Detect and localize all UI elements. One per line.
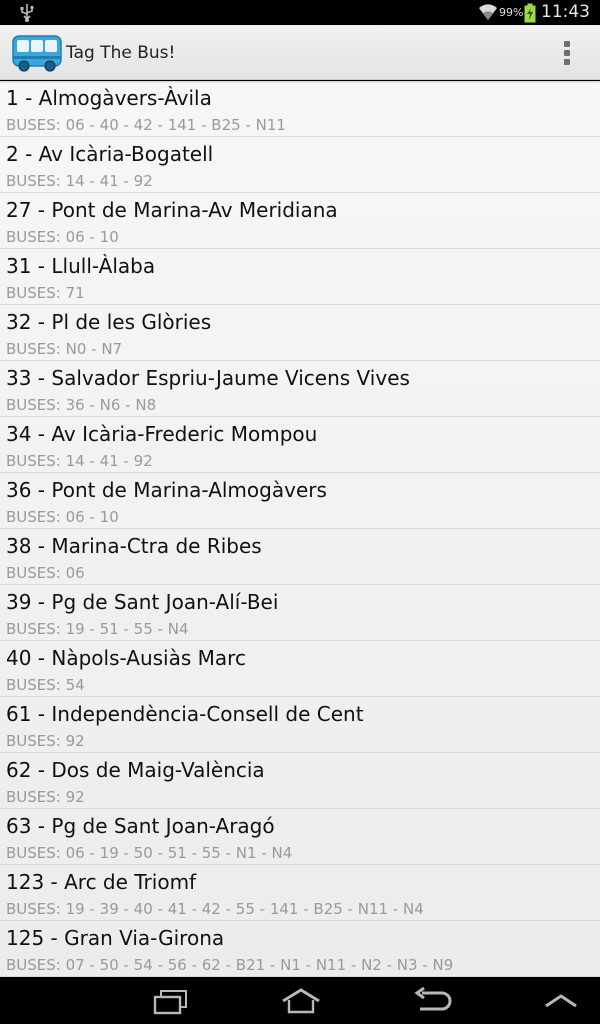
stop-name: 125 - Gran Via-Girona [6, 926, 225, 950]
stop-buses: BUSES: 19 - 51 - 55 - N4 [6, 620, 189, 638]
stop-name: 31 - Llull-Àlaba [6, 254, 156, 278]
list-item[interactable]: 31 - Llull-Àlaba BUSES: 71 [0, 249, 600, 305]
battery-percent: 99% [499, 6, 524, 19]
list-item[interactable]: 61 - Independència-Consell de Cent BUSES:… [0, 697, 600, 753]
stop-name: 2 - Av Icària-Bogatell [6, 142, 214, 166]
stop-buses: BUSES: 06 - 10 [6, 508, 119, 526]
stop-name: 38 - Marina-Ctra de Ribes [6, 534, 262, 558]
list-item[interactable]: 38 - Marina-Ctra de Ribes BUSES: 06 [0, 529, 600, 585]
navigation-bar [0, 977, 600, 1024]
list-item[interactable]: 125 - Gran Via-Girona BUSES: 07 - 50 - 54… [0, 921, 600, 977]
stop-name: 39 - Pg de Sant Joan-Alí-Bei [6, 590, 279, 614]
list-item[interactable]: 27 - Pont de Marina-Av Meridiana BUSES: 0… [0, 193, 600, 249]
action-bar: Tag The Bus! [0, 25, 600, 80]
list-item[interactable]: 36 - Pont de Marina-Almogàvers BUSES: 06 … [0, 473, 600, 529]
stop-buses: BUSES: 54 [6, 676, 85, 694]
stop-buses: BUSES: 92 [6, 788, 85, 806]
bus-icon[interactable] [11, 32, 63, 72]
stop-name: 33 - Salvador Espriu-Jaume Vicens Vives [6, 366, 410, 390]
list-item[interactable]: 62 - Dos de Maig-València BUSES: 92 [0, 753, 600, 809]
app-title: Tag The Bus! [66, 43, 176, 63]
list-item[interactable]: 33 - Salvador Espriu-Jaume Vicens Vives B… [0, 361, 600, 417]
stop-name: 34 - Av Icària-Frederic Mompou [6, 422, 318, 446]
stop-buses: BUSES: 06 - 40 - 42 - 141 - B25 - N11 [6, 116, 286, 134]
list-item[interactable]: 1 - Almogàvers-Àvila BUSES: 06 - 40 - 42 … [0, 81, 600, 137]
stop-name: 36 - Pont de Marina-Almogàvers [6, 478, 327, 502]
list-item[interactable]: 123 - Arc de Triomf BUSES: 19 - 39 - 40 -… [0, 865, 600, 921]
stop-name: 1 - Almogàvers-Àvila [6, 86, 212, 110]
stop-buses: BUSES: N0 - N7 [6, 340, 123, 358]
usb-icon [20, 4, 34, 22]
battery-charging-icon [524, 3, 536, 23]
back-icon[interactable] [412, 987, 452, 1015]
list-item[interactable]: 63 - Pg de Sant Joan-Aragó BUSES: 06 - 19… [0, 809, 600, 865]
stop-buses: BUSES: 19 - 39 - 40 - 41 - 42 - 55 - 141… [6, 900, 424, 918]
stop-buses: BUSES: 14 - 41 - 92 [6, 452, 153, 470]
list-item[interactable]: 40 - Nàpols-Ausiàs Marc BUSES: 54 [0, 641, 600, 697]
stop-name: 123 - Arc de Triomf [6, 870, 197, 894]
stop-name: 40 - Nàpols-Ausiàs Marc [6, 646, 246, 670]
stop-name: 27 - Pont de Marina-Av Meridiana [6, 198, 338, 222]
stop-name: 61 - Independència-Consell de Cent [6, 702, 364, 726]
collapse-icon[interactable] [543, 991, 579, 1011]
stop-name: 32 - Pl de les Glòries [6, 310, 212, 334]
home-icon[interactable] [280, 987, 322, 1015]
stop-buses: BUSES: 06 - 10 [6, 228, 119, 246]
stop-list[interactable]: 1 - Almogàvers-Àvila BUSES: 06 - 40 - 42 … [0, 81, 600, 977]
stop-name: 62 - Dos de Maig-València [6, 758, 265, 782]
list-item[interactable]: 39 - Pg de Sant Joan-Alí-Bei BUSES: 19 - … [0, 585, 600, 641]
status-bar: 99% 11:43 [0, 0, 600, 25]
stop-name: 63 - Pg de Sant Joan-Aragó [6, 814, 275, 838]
stop-buses: BUSES: 07 - 50 - 54 - 56 - 62 - B21 - N1… [6, 956, 454, 974]
wifi-icon [479, 4, 497, 20]
list-item[interactable]: 34 - Av Icària-Frederic Mompou BUSES: 14 … [0, 417, 600, 473]
stop-buses: BUSES: 14 - 41 - 92 [6, 172, 153, 190]
stop-buses: BUSES: 71 [6, 284, 85, 302]
stop-buses: BUSES: 06 - 19 - 50 - 51 - 55 - N1 - N4 [6, 844, 293, 862]
stop-buses: BUSES: 92 [6, 732, 85, 750]
list-item[interactable]: 2 - Av Icària-Bogatell BUSES: 14 - 41 - 9… [0, 137, 600, 193]
stop-buses: BUSES: 36 - N6 - N8 [6, 396, 157, 414]
clock: 11:43 [541, 2, 590, 22]
stop-buses: BUSES: 06 [6, 564, 85, 582]
recent-apps-icon[interactable] [152, 989, 188, 1015]
list-item[interactable]: 32 - Pl de les Glòries BUSES: N0 - N7 [0, 305, 600, 361]
overflow-menu-icon[interactable] [556, 38, 578, 68]
